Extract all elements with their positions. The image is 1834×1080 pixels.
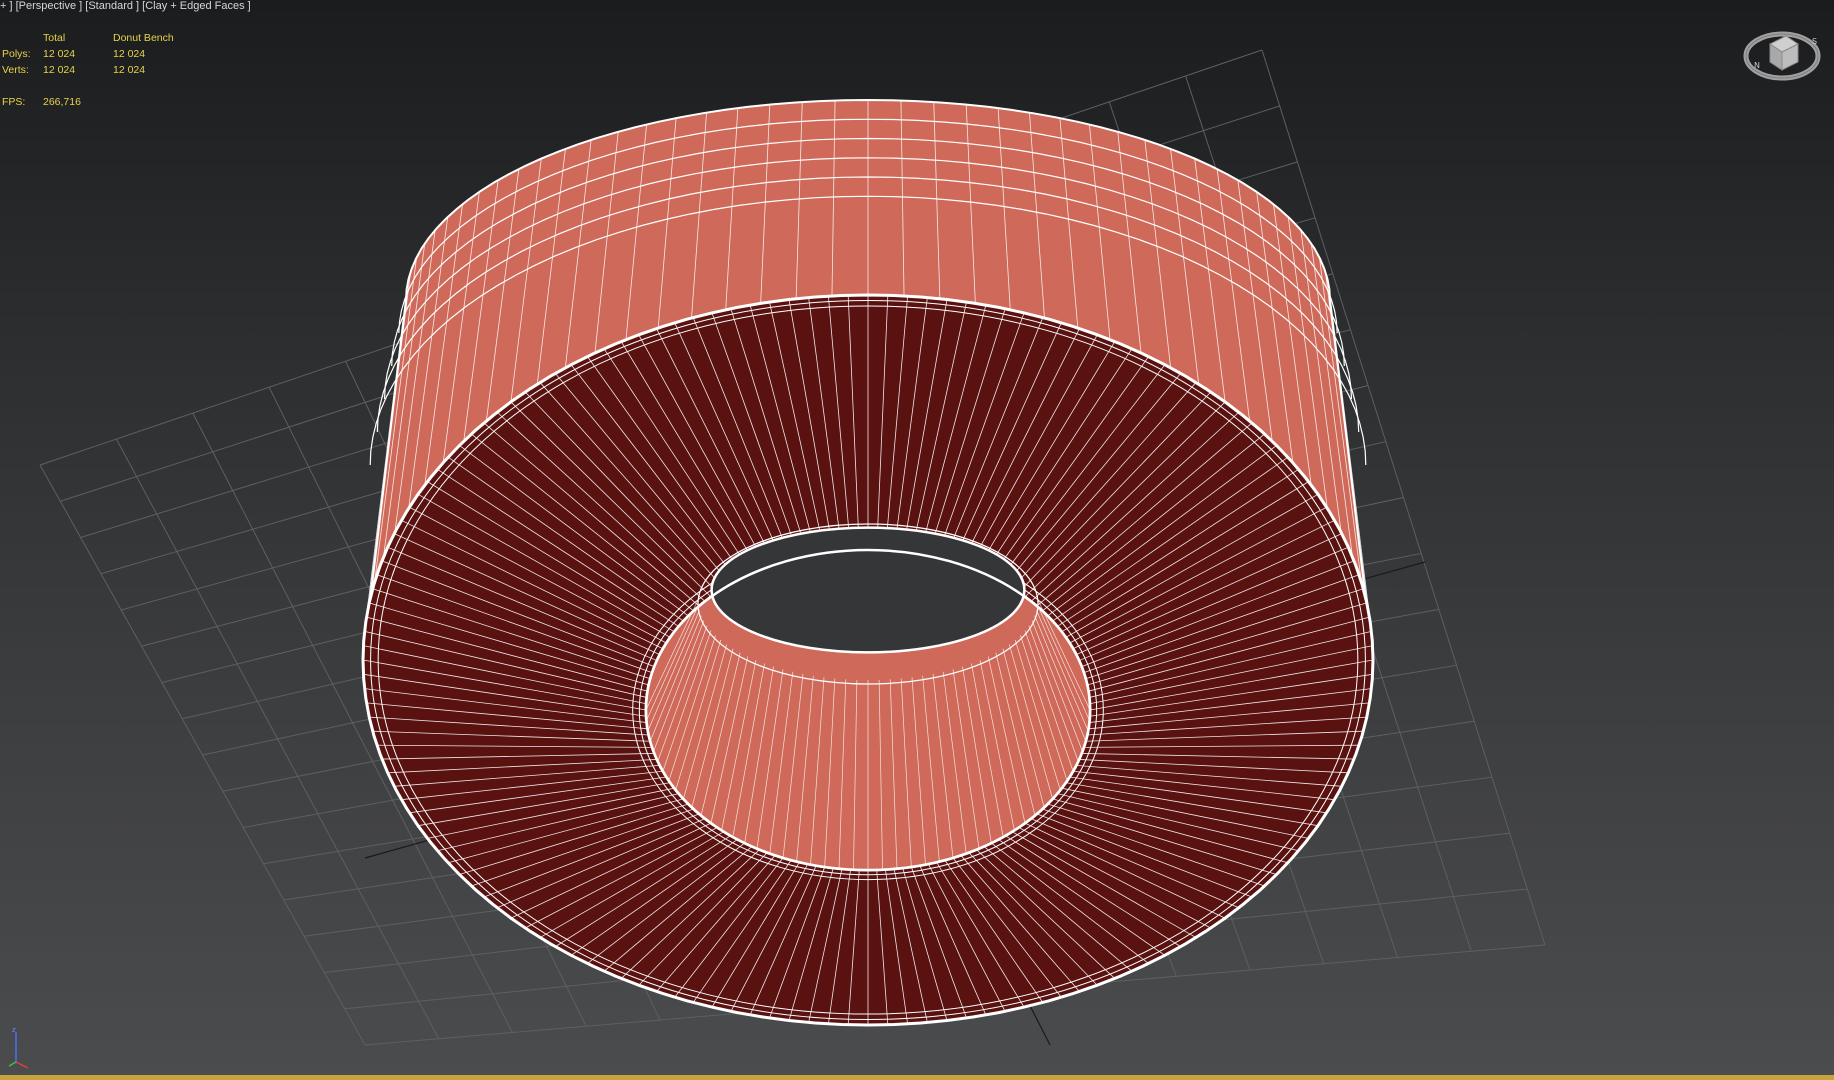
timeline-strip [0,1075,1834,1080]
stats-label-polys: Polys: [2,48,31,60]
stats-header-object: Donut Bench [113,32,174,44]
stats-total-verts: 12 024 [43,64,76,76]
viewcube-icon[interactable]: S N [1742,22,1824,86]
stats-object-verts: 12 024 [113,64,146,76]
axis-tripod-icon: z [8,1026,29,1069]
stats-object-polys: 12 024 [113,48,146,60]
svg-text:S: S [1812,37,1817,46]
viewport-label[interactable]: + ] [Perspective ] [Standard ] [Clay + E… [0,0,251,13]
stats-value-fps: 266,716 [43,96,81,108]
donut-bench-mesh[interactable] [361,98,1375,1027]
stats-label-verts: Verts: [2,64,29,76]
svg-text:N: N [1754,61,1760,70]
stats-label-fps: FPS: [2,96,26,108]
hole-opening [710,526,1026,654]
viewport-scene[interactable] [0,0,1834,1080]
stats-header-total: Total [43,32,66,44]
stats-total-polys: 12 024 [43,48,76,60]
svg-text:z: z [12,1026,16,1034]
